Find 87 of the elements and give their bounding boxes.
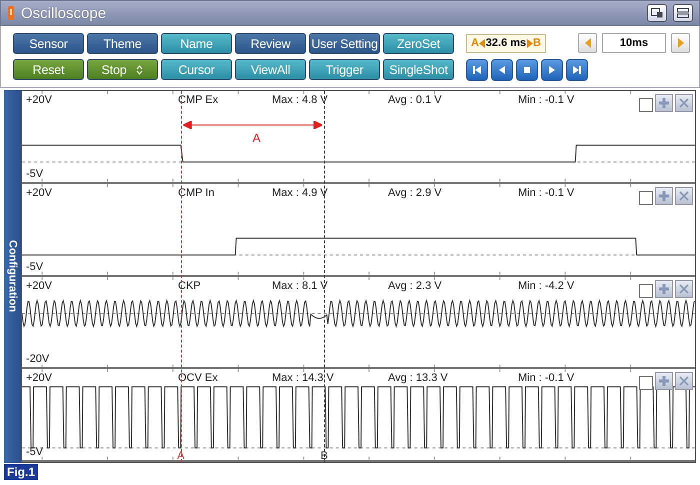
add-button[interactable] <box>655 280 673 298</box>
toolbar-button[interactable]: Cursor <box>161 59 232 80</box>
plus-icon <box>659 376 669 386</box>
plus-icon <box>659 98 669 108</box>
cursor-interval: 32.6 ms <box>486 37 526 49</box>
close-icon <box>679 190 689 201</box>
min-reading: Min : -4.2 V <box>518 280 574 292</box>
channel-checkbox[interactable] <box>639 376 653 390</box>
toolbar-button[interactable]: Theme <box>87 33 158 54</box>
plus-icon <box>659 284 669 294</box>
skip-end-icon <box>572 65 582 75</box>
toolbar-button[interactable]: Review <box>235 33 306 54</box>
play-back-button[interactable] <box>491 59 513 81</box>
close-icon <box>679 284 689 294</box>
right-triangle-icon <box>526 38 533 48</box>
scale-top-label: +20V <box>26 372 52 384</box>
close-button[interactable] <box>675 280 693 298</box>
spinner-icon <box>136 64 144 74</box>
windows-icon <box>651 8 663 18</box>
add-button[interactable] <box>655 186 673 205</box>
configuration-tab[interactable]: Configuration <box>4 90 21 463</box>
add-button[interactable] <box>655 372 673 390</box>
scale-top-label: +20V <box>26 280 52 292</box>
play-back-icon <box>497 65 507 75</box>
scale-bottom-label: -5V <box>26 260 44 272</box>
stop-button[interactable] <box>516 59 538 81</box>
avg-reading: Avg : 2.9 V <box>388 186 442 199</box>
plus-icon <box>659 190 669 201</box>
stop-icon <box>522 65 532 75</box>
channel-name: OCV Ex <box>178 372 218 384</box>
skip-start-icon <box>472 65 482 75</box>
channel-name: CKP <box>178 280 201 292</box>
scale-bottom-label: -5V <box>26 446 44 458</box>
skip-end-button[interactable] <box>566 59 588 81</box>
toolbar-button[interactable]: SingleShot <box>383 59 454 80</box>
max-reading: Max : 14.3 V <box>272 372 334 384</box>
scale-top-label: +20V <box>26 94 52 106</box>
toolbar-button[interactable]: Trigger <box>309 59 380 80</box>
play-button[interactable] <box>541 59 563 81</box>
channel-checkbox[interactable] <box>639 190 653 205</box>
cursor-line[interactable] <box>324 91 326 462</box>
avg-reading: Avg : 13.3 V <box>388 372 448 384</box>
min-reading: Min : -0.1 V <box>518 186 574 199</box>
left-triangle-icon <box>479 38 486 48</box>
toolbar-button[interactable]: Sensor <box>13 33 84 54</box>
menu-icon <box>677 8 689 18</box>
play-icon <box>547 65 557 75</box>
min-reading: Min : -0.1 V <box>518 372 574 384</box>
interval-label: A <box>252 131 261 145</box>
close-button[interactable] <box>675 94 693 112</box>
cursor-b-marker: B <box>320 450 328 462</box>
decrease-button[interactable] <box>578 33 597 53</box>
close-icon <box>679 376 689 386</box>
stop-spinner[interactable]: Stop <box>87 59 158 80</box>
time-scale-field[interactable]: 10ms <box>602 33 666 53</box>
cursor-a-label: A <box>471 37 479 49</box>
min-reading: Min : -0.1 V <box>518 94 574 106</box>
scale-bottom-label: -5V <box>26 168 44 180</box>
channel-checkbox[interactable] <box>639 284 653 298</box>
skip-start-button[interactable] <box>466 59 488 81</box>
toolbar-button[interactable]: ViewAll <box>235 59 306 80</box>
channel-checkbox[interactable] <box>639 98 653 112</box>
toolbar-button[interactable]: ZeroSet <box>383 33 454 54</box>
close-button[interactable] <box>675 372 693 390</box>
close-icon <box>679 98 689 108</box>
figure-label: Fig.1 <box>4 464 38 480</box>
avg-reading: Avg : 0.1 V <box>388 94 442 106</box>
window-title: Oscilloscope <box>21 4 108 22</box>
close-button[interactable] <box>675 186 693 205</box>
scale-bottom-label: -20V <box>26 353 50 366</box>
avg-reading: Avg : 2.3 V <box>388 280 442 292</box>
menu-button[interactable] <box>673 4 693 22</box>
add-button[interactable] <box>655 94 673 112</box>
channel-name: CMP In <box>178 186 214 199</box>
toolbar-button[interactable]: User Setting <box>309 33 380 54</box>
toolbar-button[interactable]: Reset <box>13 59 84 80</box>
increase-button[interactable] <box>671 33 690 53</box>
scale-top-label: +20V <box>26 186 52 199</box>
max-reading: Max : 4.9 V <box>272 186 328 199</box>
cursor-line[interactable] <box>180 91 182 462</box>
app-icon <box>7 6 15 20</box>
right-triangle-icon <box>676 38 684 48</box>
window-layout-button[interactable] <box>647 4 667 22</box>
left-triangle-icon <box>584 38 592 48</box>
channel-name: CMP Ex <box>178 94 218 106</box>
toolbar-button[interactable]: Name <box>161 33 232 54</box>
cursor-b-label: B <box>533 37 541 49</box>
